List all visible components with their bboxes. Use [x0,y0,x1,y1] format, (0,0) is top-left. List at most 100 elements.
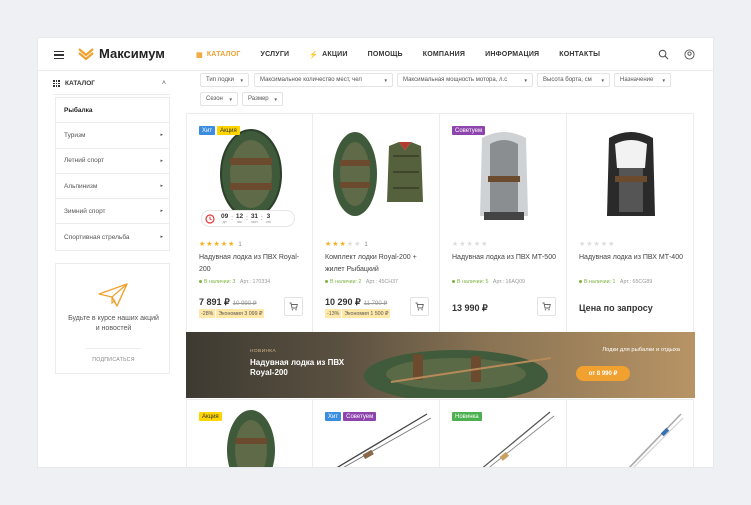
badge-group: Акция [199,412,224,421]
timer-separator: : [261,215,263,222]
dropdown-arrow-icon: ▼ [273,96,278,102]
product-meta: В наличии: 3 Арт.: 170334 [199,279,270,285]
sidebar-menu: Рыбалка Туризм ▸ Летний спорт ▸ Альпинизм ▸… [55,97,170,251]
badge-group: Советуем [452,126,487,135]
product-card[interactable] [567,399,694,467]
logo-icon[interactable] [78,46,94,62]
nav-item-info[interactable]: ИНФОРМАЦИЯ [485,51,539,58]
badge-group: Хит Советуем [325,412,378,421]
product-image-green-boat[interactable] [201,128,301,223]
filter-boat-type[interactable]: Тип лодки ▼ [200,73,249,87]
divider [86,348,141,349]
site-header: Максимум ▦ КАТАЛОГ УСЛУГИ ⚡ АКЦИИ ПОМОЩЬ К… [38,38,713,71]
product-image-boat-vest-set[interactable] [327,128,427,223]
cart-icon [289,302,298,311]
user-account-icon[interactable] [684,49,695,60]
chevron-right-icon: ▸ [160,183,163,190]
filter-season[interactable]: Сезон ▼ [200,92,238,106]
badge-group: Новинка [452,412,484,421]
sidebar-item-shooting[interactable]: Спортивная стрельба ▸ [56,224,169,249]
banner-subtitle: Лодки для рыбалки и отдыха [602,347,680,353]
sidebar-catalog-header[interactable]: КАТАЛОГ ˄ [53,73,170,95]
product-card[interactable]: Хит Советуем [313,399,440,467]
product-price: 10 290 ₽11 790 ₽ [325,297,388,307]
menu-burger-icon[interactable] [54,51,64,60]
product-card[interactable]: ★★★★★ 1 Комплект лодки Royal-200 + жилет … [313,113,440,332]
dropdown-arrow-icon: ▼ [228,96,233,102]
nav-item-contacts[interactable]: КОНТАКТЫ [559,51,600,58]
nav-item-company[interactable]: КОМПАНИЯ [423,51,465,58]
main-nav: ▦ КАТАЛОГ УСЛУГИ ⚡ АКЦИИ ПОМОЩЬ КОМПАНИЯ И… [196,38,620,71]
filter-max-motor-power[interactable]: Максимальная мощность мотора, л.с ▼ [397,73,533,87]
dropdown-arrow-icon: ▼ [239,77,244,83]
badge-sale: Акция [217,126,240,135]
banner-title: Надувная лодка из ПВХ Royal-200 [250,358,345,377]
sidebar-title: КАТАЛОГ [65,80,95,87]
product-title[interactable]: Комплект лодки Royal-200 + жилет Рыбацки… [325,252,433,275]
sidebar-item-winter-sport[interactable]: Зимний спорт ▸ [56,199,169,225]
product-meta: В наличии: 1 Арт.: 65CG89 [579,279,652,285]
subscribe-link[interactable]: ПОДПИСАТЬСЯ [56,357,171,363]
add-to-cart-button[interactable] [410,297,429,316]
timer-separator: : [246,215,248,222]
promo-banner[interactable]: НОВИНКА Надувная лодка из ПВХ Royal-200 … [186,332,695,398]
subscribe-block: Будьте в курсе наших акций и новостей ПО… [55,263,170,374]
product-title[interactable]: Надувная лодка из ПВХ МТ-400 [579,252,687,264]
badge-group: Хит Акция [199,126,242,135]
nav-item-help[interactable]: ПОМОЩЬ [368,51,403,58]
product-card[interactable]: ★★★★★ Надувная лодка из ПВХ МТ-400 В нал… [567,113,694,332]
product-meta: В наличии: 5 Арт.: 16AQ09 [452,279,525,285]
product-image-grey-boat[interactable] [454,128,554,223]
badge-recommend: Советуем [452,126,486,135]
clock-icon [205,213,215,224]
rating-stars: ★★★★★ 1 [325,241,368,248]
sidebar-item-summer-sport[interactable]: Летний спорт ▸ [56,149,169,174]
rating-stars: ★★★★★ 1 [199,241,242,248]
filter-size[interactable]: Размер ▼ [242,92,283,106]
chevron-right-icon: ▸ [160,234,163,241]
chevron-up-icon: ˄ [161,80,166,87]
product-card[interactable]: Советуем ★★★★★ Надувная лодка из ПВХ МТ-… [440,113,567,332]
grid-icon: ▦ [196,51,203,59]
sidebar-item-alpinism[interactable]: Альпинизм ▸ [56,174,169,200]
chevron-right-icon: ▸ [160,208,163,215]
discount-info: -28% Экономия 3 099 ₽ [199,309,265,318]
nav-item-catalog[interactable]: ▦ КАТАЛОГ [196,51,241,59]
badge-recommend: Советуем [343,412,377,421]
sidebar-item-fishing[interactable]: Рыбалка [56,98,169,124]
product-card[interactable]: Хит Акция 09 дн : 12 час : 31 мин : 3 сек ★★… [186,113,313,332]
nav-item-sales[interactable]: ⚡ АКЦИИ [309,51,347,59]
product-title[interactable]: Надувная лодка из ПВХ МТ-500 [452,252,560,264]
subscribe-text: Будьте в курсе наших акций и новостей [68,315,159,332]
add-to-cart-button[interactable] [284,297,303,316]
product-card[interactable]: Новинка [440,399,567,467]
badge-hit: Хит [325,412,342,421]
product-card[interactable]: Акция [186,399,313,467]
logo-text[interactable]: Максимум [99,46,165,61]
product-title[interactable]: Надувная лодка из ПВХ Royal-200 [199,252,307,275]
chevron-right-icon: ▸ [160,157,163,164]
timer-seconds: 3 сек [265,213,272,224]
product-price: 7 891 ₽10 990 ₽ [199,297,257,307]
nav-item-services[interactable]: УСЛУГИ [261,51,290,58]
filter-purpose[interactable]: Назначение ▼ [614,73,671,87]
banner-boat-image [364,350,552,398]
add-to-cart-button[interactable] [537,297,556,316]
badge-sale: Акция [199,412,222,421]
lightning-icon: ⚡ [309,51,319,59]
paper-plane-icon [98,283,128,307]
discount-info: -13% Экономия 1 500 ₽ [325,309,391,318]
banner-price-button[interactable]: от 8 990 ₽ [576,366,630,381]
filter-side-height[interactable]: Высота борта, см ▼ [537,73,610,87]
price-on-request: Цена по запросу [579,303,653,313]
filter-max-seats[interactable]: Максимальное количество мест, чел ▼ [254,73,393,87]
dropdown-arrow-icon: ▼ [383,77,388,83]
product-image-fishing-rod[interactable] [577,410,687,467]
product-image-black-white-boat[interactable] [581,128,681,223]
search-icon[interactable] [658,49,669,60]
banner-label: НОВИНКА [250,349,277,354]
dropdown-arrow-icon: ▼ [600,77,605,83]
sidebar-item-tourism[interactable]: Туризм ▸ [56,123,169,149]
product-meta: В наличии: 2 Арт.: 45CH37 [325,279,398,285]
timer-days: 09 дн [221,213,229,224]
